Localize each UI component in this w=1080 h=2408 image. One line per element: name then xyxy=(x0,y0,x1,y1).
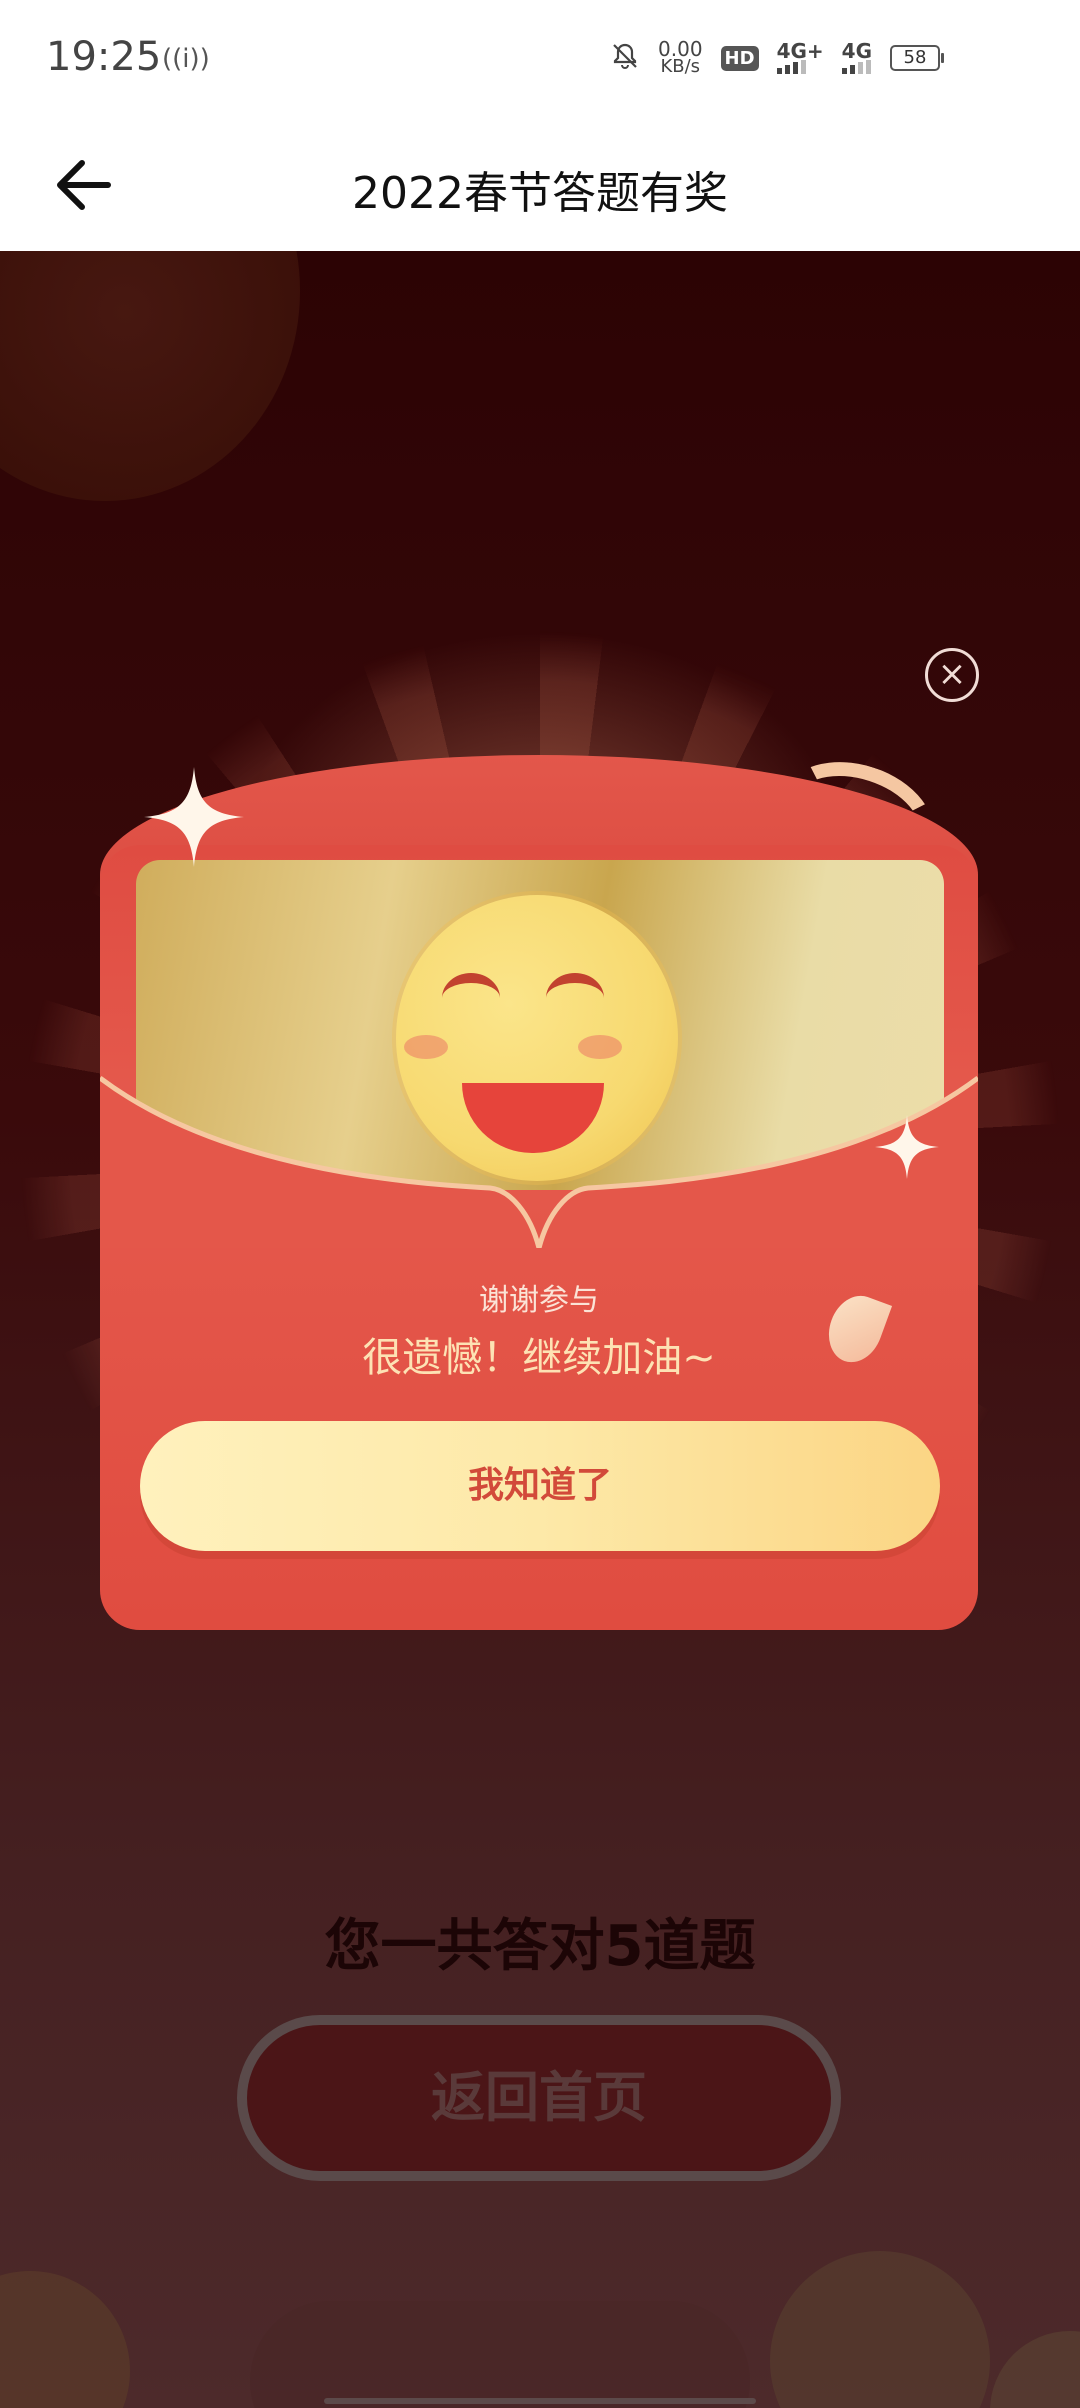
signal-sim2-icon: 4G xyxy=(841,41,872,74)
close-icon[interactable]: × xyxy=(925,648,979,702)
result-message: 很遗憾！继续加油~ xyxy=(362,1335,716,1381)
signal-sim1-icon: 4G+ xyxy=(776,41,824,74)
sparkle-icon xyxy=(875,1115,939,1183)
sparkle-icon xyxy=(144,767,244,871)
red-envelope-popup: 谢谢参与 很遗憾！继续加油~ 我知道了 xyxy=(100,743,978,1630)
mute-bell-icon xyxy=(610,41,640,75)
hd-icon: HD xyxy=(720,45,759,71)
decor-cloud xyxy=(250,2301,750,2408)
score-text: 您一共答对5道题 xyxy=(324,1914,756,1979)
decor-coin xyxy=(770,2251,990,2408)
decor-blob xyxy=(0,251,300,501)
network-speed: 0.00 KB/s xyxy=(658,37,703,77)
status-indicators: 0.00 KB/s HD 4G+ 4G 58 xyxy=(610,37,944,77)
decor-coin xyxy=(0,2271,130,2408)
status-bar: 19:25 ((i)) 0.00 KB/s HD 4G+ 4G 58 xyxy=(0,0,1080,125)
status-time: 19:25 xyxy=(46,34,162,80)
thanks-text: 谢谢参与 xyxy=(479,1283,599,1318)
battery-icon: 58 xyxy=(890,45,944,71)
app-header: 2022春节答题有奖 xyxy=(0,125,1080,251)
hotspot-icon: ((i)) xyxy=(162,44,210,74)
decor-coin xyxy=(990,2331,1080,2408)
page-title: 2022春节答题有奖 xyxy=(352,168,728,219)
home-indicator xyxy=(324,2398,756,2404)
return-home-button[interactable]: 返回首页 xyxy=(237,2015,841,2181)
envelope-flap xyxy=(100,1075,978,1248)
got-it-button[interactable]: 我知道了 xyxy=(140,1421,940,1551)
